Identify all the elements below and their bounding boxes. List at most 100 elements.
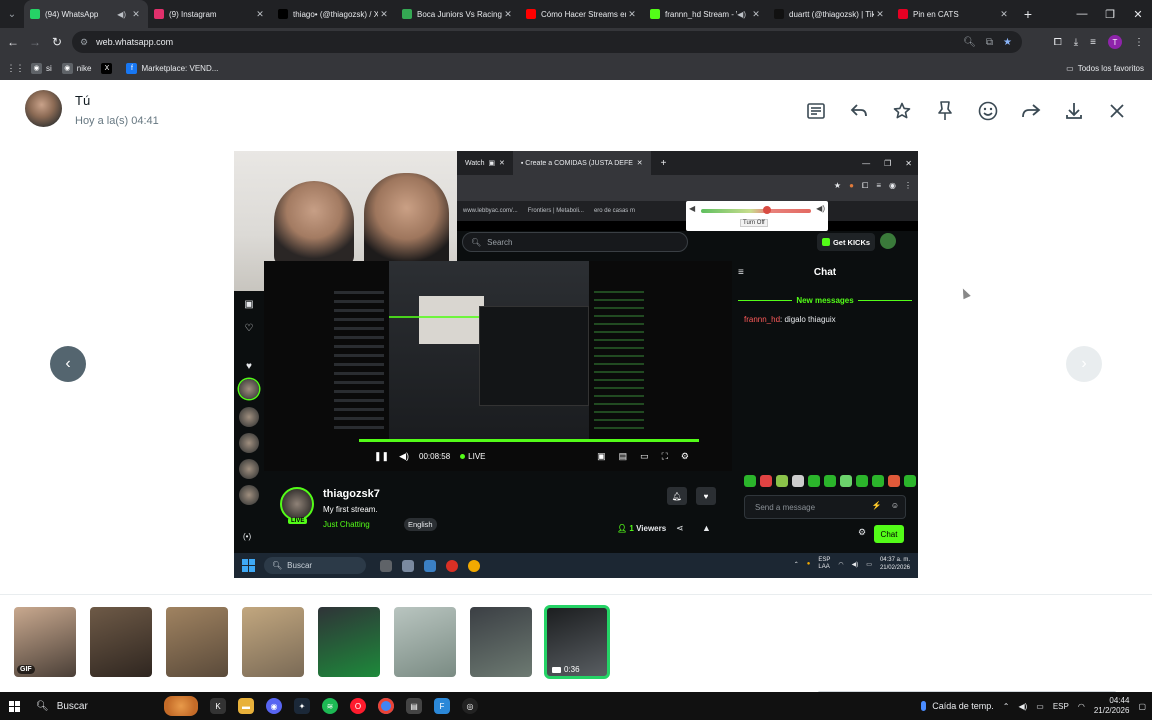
bookmark-icon: f — [126, 62, 138, 74]
video-progress — [359, 439, 699, 442]
rail-expand-icon: (•) — [243, 532, 252, 541]
chrome-icon[interactable] — [378, 698, 394, 714]
bookmark-item[interactable]: ◉ si — [31, 62, 52, 74]
clock-time: 04:44 — [1109, 696, 1130, 705]
tray-chevron-icon[interactable]: ⌃ — [1003, 702, 1010, 711]
browser-tab[interactable]: Pin en CATS ✕ — [892, 0, 1016, 28]
new-tab-button[interactable]: + — [1016, 6, 1040, 22]
forward-icon[interactable]: → — [24, 31, 46, 53]
kick-app-icon[interactable]: K — [210, 698, 226, 714]
obs-icon[interactable]: ◎ — [462, 698, 478, 714]
next-media-button[interactable]: › — [1066, 346, 1102, 382]
tab-audio-icon[interactable]: ◀) — [117, 10, 126, 19]
tray-network-icon[interactable]: ▭ — [1036, 702, 1044, 711]
tab-close-icon[interactable]: ✕ — [874, 9, 886, 20]
nested-sidebar — [334, 291, 384, 431]
file-explorer-icon[interactable]: ▬ — [238, 698, 254, 714]
opera-icon[interactable]: O — [350, 698, 366, 714]
tab-close-icon[interactable]: ✕ — [254, 9, 266, 20]
steam-icon[interactable]: ✦ — [294, 698, 310, 714]
forward-icon[interactable] — [1018, 100, 1044, 122]
bookmark-item[interactable]: f Marketplace: VEND... — [126, 62, 219, 74]
zoom-icon[interactable]: 🔍︎ — [963, 37, 976, 48]
tab-audio-icon[interactable]: ◀) — [737, 10, 746, 19]
extensions-icon[interactable]: ⧠ — [1054, 37, 1062, 48]
reload-icon[interactable]: ↻ — [46, 31, 68, 53]
tab-close-icon[interactable]: ✕ — [502, 9, 514, 20]
media-thumbnail[interactable] — [242, 607, 304, 677]
inner-bookmark: ero de casas m — [593, 208, 635, 214]
media-thumbnail[interactable] — [394, 607, 456, 677]
inner-search: 🔍︎ Buscar — [264, 557, 366, 574]
bookmark-item[interactable]: X — [101, 62, 116, 74]
browser-tab[interactable]: Boca Juniors Vs Racing Cl✕ — [396, 0, 520, 28]
tab-close-icon[interactable]: ✕ — [626, 9, 638, 20]
site-info-icon[interactable]: ⚙ — [80, 37, 88, 48]
media-thumbnail[interactable]: GIF — [14, 607, 76, 677]
download-icon[interactable] — [1061, 100, 1087, 122]
spotify-icon[interactable]: ≋ — [322, 698, 338, 714]
emote-icon — [840, 475, 852, 487]
heart-icon: ♥ — [696, 487, 716, 505]
app-icon[interactable]: ▤ — [406, 698, 422, 714]
bookmark-star-icon[interactable]: ★ — [1003, 37, 1012, 48]
menu-icon[interactable]: ⋮ — [1134, 37, 1144, 48]
bookmark-label: nike — [76, 63, 92, 73]
minimize-icon[interactable]: — — [1068, 0, 1096, 28]
browser-tab[interactable]: (94) WhatsApp ◀) ✕ — [24, 0, 148, 28]
tab-close-icon[interactable]: ✕ — [750, 9, 762, 20]
tab-search-icon[interactable]: ⌄ — [0, 0, 24, 28]
tab-title: frannn_hd Stream - W — [665, 9, 738, 19]
bookmark-item[interactable]: ◉ nike — [61, 62, 92, 74]
start-button[interactable] — [0, 692, 28, 720]
media-control-icon[interactable]: ≡ — [1090, 37, 1096, 48]
tab-close-icon[interactable]: ✕ — [998, 9, 1010, 20]
close-icon[interactable] — [1104, 100, 1130, 122]
tray-lang[interactable]: ESP — [1053, 702, 1069, 711]
media-thumbnail[interactable] — [470, 607, 532, 677]
list-icon[interactable] — [803, 100, 829, 122]
media-thumbnail[interactable] — [166, 607, 228, 677]
tab-close-icon[interactable]: ✕ — [130, 9, 142, 20]
notifications-icon[interactable]: ▢ — [1138, 702, 1146, 711]
address-bar[interactable]: ⚙ web.whatsapp.com 🔍︎ ⧉ ★ — [72, 31, 1022, 53]
tab-close-icon[interactable]: ✕ — [378, 9, 390, 20]
emoji-icon[interactable] — [975, 100, 1001, 122]
weather-widget[interactable]: Caída de temp. — [921, 701, 994, 711]
browser-tab[interactable]: Cómo Hacer Streams en K✕ — [520, 0, 644, 28]
discord-icon[interactable]: ◉ — [266, 698, 282, 714]
media-thumbnail[interactable] — [318, 607, 380, 677]
downloads-icon[interactable]: ⤓ — [1074, 37, 1078, 48]
media-thumbnail[interactable] — [90, 607, 152, 677]
back-icon[interactable]: ← — [2, 31, 24, 53]
star-icon[interactable] — [889, 100, 915, 122]
pin-icon[interactable] — [932, 100, 958, 122]
browser-tab[interactable]: thiago• (@thiagozsk) / X ✕ — [272, 0, 396, 28]
taskbar-search[interactable]: 🔍︎ Buscar — [28, 692, 198, 720]
browser-toolbar: ← → ↻ ⚙ web.whatsapp.com 🔍︎ ⧉ ★ — [0, 28, 1152, 56]
stream-video: ❚❚ ◀) 00:08:58 LIVE ▣ ▤ ▭ ⛶ ⚙ — [264, 261, 732, 471]
media-thumbnail[interactable]: 0:36 — [544, 605, 610, 679]
apps-icon[interactable]: ⋮⋮ — [7, 63, 25, 74]
video-camera-icon — [552, 666, 561, 673]
previous-media-button[interactable]: ‹ — [50, 346, 86, 382]
all-bookmarks[interactable]: ▭ Todos los favoritos — [1066, 56, 1144, 80]
inner-avatar-icon: ◉ — [889, 181, 896, 190]
browser-tab[interactable]: (9) Instagram ✕ — [148, 0, 272, 28]
inner-app-icon — [402, 559, 414, 572]
app-icon[interactable]: F — [434, 698, 450, 714]
taskbar-clock[interactable]: 04:44 21/2/2026 — [1094, 696, 1130, 716]
tray-volume-icon[interactable]: ◀) — [1018, 702, 1027, 711]
browser-tab[interactable]: duartt (@thiagozsk) | TikT ✕ — [768, 0, 892, 28]
tray-wifi-icon[interactable]: ◠ — [1078, 702, 1085, 711]
profile-avatar[interactable]: T — [1108, 35, 1122, 49]
sender-avatar[interactable] — [25, 90, 62, 127]
theater-icon: ▤ — [618, 450, 628, 461]
reply-icon[interactable] — [846, 100, 872, 122]
install-app-icon[interactable]: ⧉ — [986, 37, 993, 48]
bookmark-label: Marketplace: VEND... — [141, 63, 219, 73]
restore-icon[interactable]: ❐ — [1096, 0, 1124, 28]
window-close-icon[interactable]: ✕ — [1124, 0, 1152, 28]
browser-tab[interactable]: frannn_hd Stream - W ◀) ✕ — [644, 0, 768, 28]
folder-icon: ▭ — [1066, 63, 1074, 73]
